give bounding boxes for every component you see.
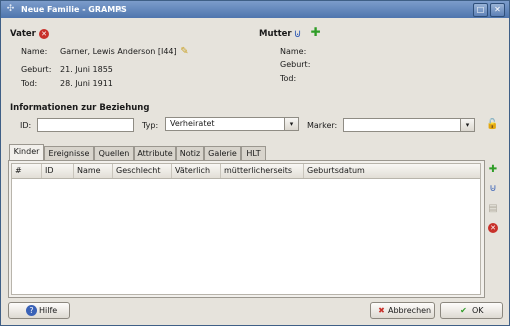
family-id-input[interactable] <box>37 118 134 132</box>
children-table[interactable]: # ID Name Geschlecht Väterlich mütterlic… <box>11 163 481 295</box>
privacy-lock-icon[interactable]: 🔓 <box>486 119 498 130</box>
help-button[interactable]: ? Hilfe <box>8 302 70 319</box>
column-header-maternal[interactable]: mütterlicherseits <box>221 164 304 178</box>
cancel-button[interactable]: ✖ Abbrechen <box>370 302 435 319</box>
tab-hlt[interactable]: HLT <box>241 146 266 160</box>
tab-kinder[interactable]: Kinder <box>9 144 44 160</box>
marker-label: Marker: <box>307 121 338 130</box>
ok-button[interactable]: ✔ OK <box>440 302 503 319</box>
remove-father-icon[interactable]: ✕ <box>39 29 49 39</box>
column-header-paternal[interactable]: Väterlich <box>172 164 221 178</box>
remove-child-icon: ✕ <box>488 223 498 233</box>
edit-father-icon[interactable]: ✎ <box>179 46 190 57</box>
tab-attribute[interactable]: Attribute <box>134 146 176 160</box>
window-title: Neue Familie - GRAMPS <box>21 5 127 14</box>
id-label: ID: <box>20 121 32 130</box>
mother-death-label: Tod: <box>280 74 297 83</box>
maximize-button[interactable]: □ <box>473 3 488 17</box>
title-badge: ① <box>117 5 125 14</box>
edit-child-icon[interactable]: ▤ <box>486 202 500 216</box>
cancel-icon: ✖ <box>378 306 385 315</box>
children-table-header: # ID Name Geschlecht Väterlich mütterlic… <box>12 164 480 179</box>
tab-ereignisse[interactable]: Ereignisse <box>44 146 94 160</box>
close-button[interactable]: ✕ <box>490 3 505 17</box>
column-header-gender[interactable]: Geschlecht <box>113 164 172 178</box>
tab-galerie[interactable]: Galerie <box>204 146 241 160</box>
father-birth-value: 21. Juni 1855 <box>60 65 113 74</box>
father-name-value: Garner, Lewis Anderson [I44] <box>60 47 177 56</box>
mother-name-label: Name: <box>280 47 307 56</box>
father-death-label: Tod: <box>21 79 38 88</box>
relationship-heading: Informationen zur Beziehung <box>10 103 150 113</box>
ok-check-icon: ✔ <box>460 306 467 315</box>
window-menu-icon[interactable]: ✣ <box>5 4 16 15</box>
title-bar[interactable]: ✣ Neue Familie - GRAMPS ① □ ✕ <box>1 1 509 18</box>
father-birth-label: Geburt: <box>21 65 52 74</box>
column-header-birth-date[interactable]: Geburtsdatum <box>304 164 480 178</box>
column-header-name[interactable]: Name <box>74 164 113 178</box>
type-dropdown-button[interactable]: ▾ <box>284 117 299 131</box>
marker-dropdown-button[interactable]: ▾ <box>460 118 475 132</box>
remove-child-button[interactable]: ✕ <box>486 221 500 235</box>
type-combo-entry[interactable]: Verheiratet <box>165 117 285 131</box>
children-tab-panel: # ID Name Geschlecht Väterlich mütterlic… <box>8 160 485 298</box>
column-header-number[interactable]: # <box>12 164 42 178</box>
cancel-button-label: Abbrechen <box>388 306 432 315</box>
mother-birth-label: Geburt: <box>280 60 311 69</box>
add-mother-icon[interactable]: ✚ <box>310 26 321 38</box>
select-mother-icon[interactable]: ⊍ <box>292 28 303 39</box>
type-label: Typ: <box>142 121 159 130</box>
father-death-value: 28. Juni 1911 <box>60 79 113 88</box>
ok-button-label: OK <box>472 306 484 315</box>
help-button-label: Hilfe <box>39 306 58 315</box>
help-icon: ? <box>26 305 37 316</box>
father-name-label: Name: <box>21 47 48 56</box>
tab-quellen[interactable]: Quellen <box>94 146 134 160</box>
marker-combo-entry[interactable] <box>343 118 461 132</box>
mother-heading: Mutter <box>259 29 292 39</box>
column-header-id[interactable]: ID <box>42 164 74 178</box>
family-editor-window: ✣ Neue Familie - GRAMPS ① □ ✕ Vater ✕ Na… <box>0 0 510 326</box>
father-heading: Vater <box>10 29 36 39</box>
tab-notiz[interactable]: Notiz <box>176 146 204 160</box>
add-child-icon[interactable]: ✚ <box>486 163 500 177</box>
select-child-icon[interactable]: ⊍ <box>486 182 500 196</box>
